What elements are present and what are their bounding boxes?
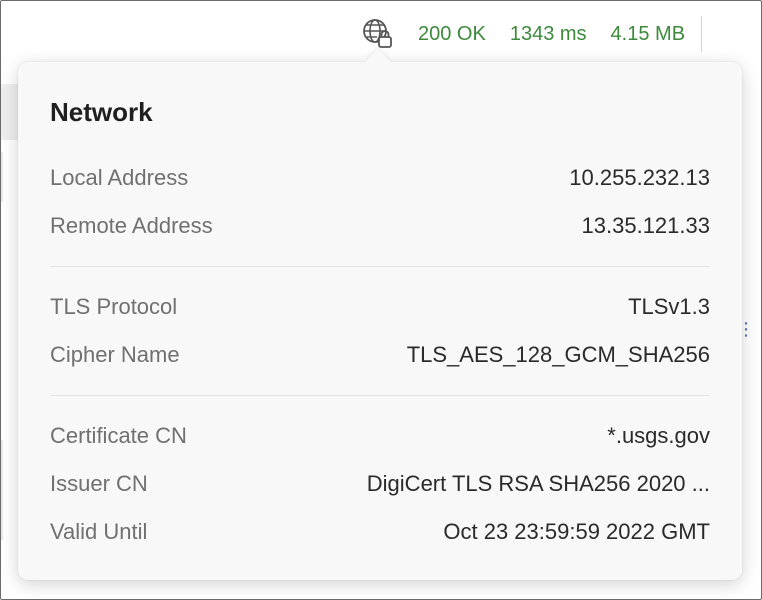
section-divider xyxy=(50,266,710,267)
row-value: 10.255.232.13 xyxy=(569,165,710,190)
row-label: TLS Protocol xyxy=(50,294,178,319)
row-value: 13.35.121.33 xyxy=(581,213,710,238)
row-label: Issuer CN xyxy=(50,471,148,496)
response-status-bar: 200 OK 1343 ms 4.15 MB xyxy=(360,14,737,54)
tls-section: TLS Protocol TLSv1.3 Cipher Name TLS_AES… xyxy=(50,283,710,379)
info-row-remote-address: Remote Address 13.35.121.33 xyxy=(50,202,710,250)
row-label: Certificate CN xyxy=(50,423,187,448)
popover-title: Network xyxy=(50,97,153,127)
info-row-cipher-name: Cipher Name TLS_AES_128_GCM_SHA256 xyxy=(50,331,710,379)
status-divider xyxy=(701,16,703,52)
info-row-certificate-cn: Certificate CN *.usgs.gov xyxy=(50,412,710,460)
info-row-issuer-cn: Issuer CN DigiCert TLS RSA SHA256 2020 .… xyxy=(50,460,710,508)
network-info-popover: Network Local Address 10.255.232.13 Remo… xyxy=(18,62,742,580)
row-label: Cipher Name xyxy=(50,342,180,367)
status-code: 200 OK xyxy=(418,22,486,45)
row-value: TLS_AES_128_GCM_SHA256 xyxy=(406,342,710,367)
row-label: Local Address xyxy=(50,165,189,190)
response-time: 1343 ms xyxy=(509,22,587,45)
row-value: Oct 23 23:59:59 2022 GMT xyxy=(443,519,710,544)
section-divider xyxy=(50,395,710,396)
background-panel-highlight xyxy=(1,84,19,140)
response-size: 4.15 MB xyxy=(610,22,686,45)
info-row-tls-protocol: TLS Protocol TLSv1.3 xyxy=(50,283,710,331)
address-section: Local Address 10.255.232.13 Remote Addre… xyxy=(50,154,710,250)
background-panel-edge xyxy=(1,152,19,202)
row-value: TLSv1.3 xyxy=(628,294,710,319)
row-label: Remote Address xyxy=(50,213,213,238)
info-row-valid-until: Valid Until Oct 23 23:59:59 2022 GMT xyxy=(50,508,710,556)
row-value: DigiCert TLS RSA SHA256 2020 ... xyxy=(366,471,710,496)
globe-lock-icon[interactable] xyxy=(360,16,396,52)
background-panel-edge xyxy=(1,440,19,540)
certificate-section: Certificate CN *.usgs.gov Issuer CN Digi… xyxy=(50,412,710,556)
row-label: Valid Until xyxy=(50,519,148,544)
row-value: *.usgs.gov xyxy=(607,423,710,448)
info-row-local-address: Local Address 10.255.232.13 xyxy=(50,154,710,202)
